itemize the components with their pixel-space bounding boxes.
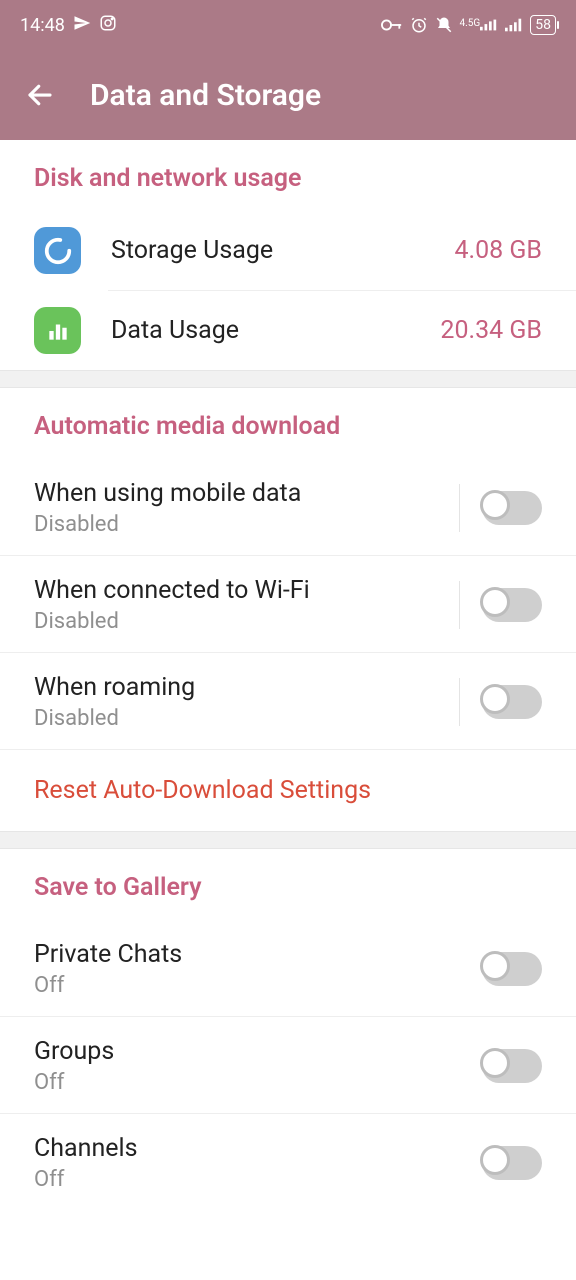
wifi-toggle[interactable]	[482, 588, 542, 622]
data-icon	[34, 307, 81, 354]
telegram-icon	[73, 14, 91, 37]
signal-4g-icon: 4.5G	[460, 19, 499, 31]
toggle-separator	[459, 678, 460, 726]
data-value: 20.34 GB	[440, 316, 542, 345]
storage-value: 4.08 GB	[454, 236, 542, 265]
battery-icon: 58	[530, 15, 556, 35]
gallery-section: Save to Gallery Private Chats Off Groups…	[0, 849, 576, 1210]
section-gap	[0, 831, 576, 849]
groups-title: Groups	[34, 1037, 114, 1066]
back-button[interactable]	[20, 75, 60, 115]
groups-sub: Off	[34, 1070, 114, 1095]
status-bar: 14:48 4.5G 58	[0, 0, 576, 50]
signal-icon	[505, 18, 523, 32]
data-label: Data Usage	[111, 316, 239, 345]
roaming-toggle[interactable]	[482, 685, 542, 719]
toggle-separator	[459, 581, 460, 629]
private-chats-sub: Off	[34, 973, 182, 998]
channels-row[interactable]: Channels Off	[0, 1114, 576, 1210]
private-chats-toggle[interactable]	[482, 952, 542, 986]
roaming-sub: Disabled	[34, 706, 195, 731]
auto-section-header: Automatic media download	[0, 388, 576, 459]
mobile-data-row[interactable]: When using mobile data Disabled	[0, 459, 576, 556]
header: Data and Storage	[0, 50, 576, 140]
alarm-icon	[410, 16, 428, 34]
mobile-data-toggle[interactable]	[482, 491, 542, 525]
status-right: 4.5G 58	[381, 15, 556, 35]
wifi-sub: Disabled	[34, 609, 310, 634]
roaming-row[interactable]: When roaming Disabled	[0, 653, 576, 750]
gallery-section-header: Save to Gallery	[0, 849, 576, 920]
groups-row[interactable]: Groups Off	[0, 1017, 576, 1114]
channels-title: Channels	[34, 1134, 138, 1163]
section-gap	[0, 370, 576, 388]
storage-label: Storage Usage	[111, 236, 273, 265]
disk-section-header: Disk and network usage	[0, 140, 576, 211]
mobile-data-sub: Disabled	[34, 512, 301, 537]
toggle-separator	[459, 484, 460, 532]
status-left: 14:48	[20, 14, 117, 37]
storage-icon	[34, 227, 81, 274]
disk-section: Disk and network usage Storage Usage 4.0…	[0, 140, 576, 370]
channels-sub: Off	[34, 1167, 138, 1192]
private-chats-title: Private Chats	[34, 940, 182, 969]
status-time: 14:48	[20, 15, 65, 36]
storage-usage-row[interactable]: Storage Usage 4.08 GB	[0, 211, 576, 290]
page-title: Data and Storage	[90, 78, 321, 113]
key-icon	[381, 18, 403, 32]
wifi-row[interactable]: When connected to Wi-Fi Disabled	[0, 556, 576, 653]
mute-icon	[435, 16, 453, 34]
instagram-icon	[99, 14, 117, 37]
reset-auto-download[interactable]: Reset Auto-Download Settings	[0, 750, 576, 831]
channels-toggle[interactable]	[482, 1146, 542, 1180]
wifi-title: When connected to Wi-Fi	[34, 576, 310, 605]
roaming-title: When roaming	[34, 673, 195, 702]
mobile-data-title: When using mobile data	[34, 479, 301, 508]
auto-section: Automatic media download When using mobi…	[0, 388, 576, 831]
data-usage-row[interactable]: Data Usage 20.34 GB	[0, 291, 576, 370]
private-chats-row[interactable]: Private Chats Off	[0, 920, 576, 1017]
groups-toggle[interactable]	[482, 1049, 542, 1083]
